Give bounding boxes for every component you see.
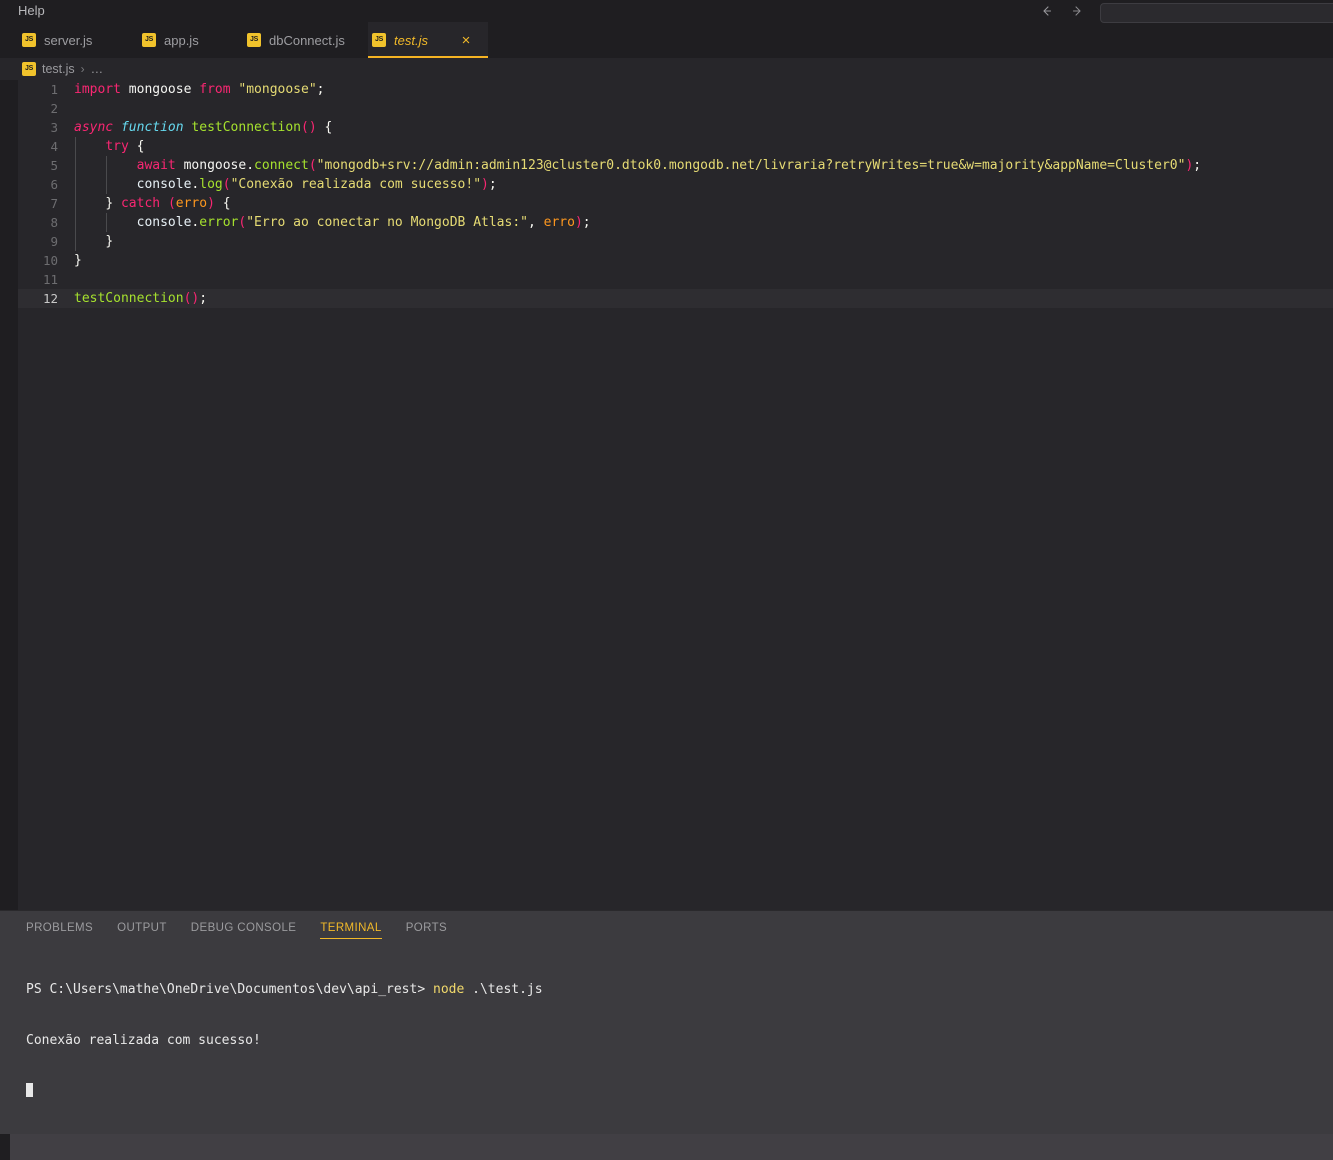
panel-tab-debug-console[interactable]: DEBUG CONSOLE <box>191 911 297 945</box>
activity-bar-edge <box>0 80 18 910</box>
terminal-cursor <box>26 1083 33 1097</box>
line-content: import mongoose from "mongoose"; <box>74 82 325 97</box>
line-content: console.error("Erro ao conectar no Mongo… <box>74 213 1333 232</box>
code-line[interactable]: 5 await mongoose.connect("mongodb+srv://… <box>18 156 1333 175</box>
js-file-icon: JS <box>372 33 386 47</box>
editor-tab-label: app.js <box>164 32 199 48</box>
line-content: console.log("Conexão realizada com suces… <box>74 175 1333 194</box>
line-number: 6 <box>50 177 58 192</box>
bottom-panel: PROBLEMS OUTPUT DEBUG CONSOLE TERMINAL P… <box>0 910 1333 1134</box>
panel-tab-ports[interactable]: PORTS <box>406 911 447 945</box>
code-line[interactable]: 2 <box>18 99 1333 118</box>
line-number: 3 <box>50 120 58 135</box>
terminal-prompt-line: PS C:\Users\mathe\OneDrive\Documentos\de… <box>26 981 1333 998</box>
line-content: await mongoose.connect("mongodb+srv://ad… <box>74 156 1333 175</box>
code-line[interactable]: 8 console.error("Erro ao conectar no Mon… <box>18 213 1333 232</box>
code-line[interactable]: 12 testConnection(); <box>18 289 1333 308</box>
arrow-right-icon[interactable] <box>1070 4 1084 18</box>
editor-tab-server-js[interactable]: JS server.js <box>18 22 138 58</box>
code-line[interactable]: 6 console.log("Conexão realizada com suc… <box>18 175 1333 194</box>
panel-tab-terminal[interactable]: TERMINAL <box>320 911 383 945</box>
panel-tab-output[interactable]: OUTPUT <box>117 911 167 945</box>
breadcrumb-file[interactable]: test.js <box>42 62 75 76</box>
js-file-icon: JS <box>247 33 261 47</box>
line-number: 2 <box>50 101 58 116</box>
line-content: } <box>74 232 1333 251</box>
menu-bar: Help <box>0 0 51 22</box>
editor-tab-label: dbConnect.js <box>269 32 345 48</box>
line-number: 7 <box>50 196 58 211</box>
breadcrumb-overflow[interactable]: … <box>91 62 104 76</box>
arrow-left-icon[interactable] <box>1040 4 1054 18</box>
panel-tab-problems[interactable]: PROBLEMS <box>26 911 93 945</box>
line-number: 10 <box>42 253 58 268</box>
status-bar <box>0 1134 1333 1160</box>
line-number: 4 <box>50 139 58 154</box>
line-number: 5 <box>50 158 58 173</box>
terminal-command-args: .\test.js <box>464 982 543 997</box>
vscode-window: Help JS server.js JS app.js JS dbConnect… <box>0 0 1333 1160</box>
line-number: 12 <box>42 291 58 306</box>
editor-tab-dbconnect-js[interactable]: JS dbConnect.js <box>243 22 368 58</box>
breadcrumb: JS test.js › … <box>0 58 1333 80</box>
editor-tab-test-js[interactable]: JS test.js × <box>368 22 488 58</box>
code-line[interactable]: 9 } <box>18 232 1333 251</box>
line-content: try { <box>74 137 1333 156</box>
line-content: testConnection(); <box>74 291 208 306</box>
editor-tab-label: test.js <box>394 32 428 48</box>
line-number: 8 <box>50 215 58 230</box>
js-file-icon: JS <box>22 62 36 76</box>
terminal-output-line: Conexão realizada com sucesso! <box>26 1033 261 1048</box>
terminal-output[interactable]: PS C:\Users\mathe\OneDrive\Documentos\de… <box>0 945 1333 1134</box>
command-center-search[interactable] <box>1100 3 1333 23</box>
code-line[interactable]: 11 <box>18 270 1333 289</box>
code-line[interactable]: 1 import mongoose from "mongoose"; <box>18 80 1333 99</box>
menu-item-help[interactable]: Help <box>12 0 51 22</box>
code-line[interactable]: 10} <box>18 251 1333 270</box>
close-icon[interactable]: × <box>458 33 474 48</box>
editor-tab-app-js[interactable]: JS app.js <box>138 22 243 58</box>
line-number: 11 <box>42 272 58 287</box>
editor-tab-bar: JS server.js JS app.js JS dbConnect.js J… <box>0 22 1333 58</box>
terminal-prompt: PS C:\Users\mathe\OneDrive\Documentos\de… <box>26 982 433 997</box>
line-content: } catch (erro) { <box>74 194 1333 213</box>
code-line[interactable]: 3 async function testConnection() { <box>18 118 1333 137</box>
chevron-right-icon: › <box>80 62 85 76</box>
panel-tab-bar: PROBLEMS OUTPUT DEBUG CONSOLE TERMINAL P… <box>0 911 1333 945</box>
navigation-controls <box>1040 0 1084 22</box>
code-editor[interactable]: 1 import mongoose from "mongoose"; 2 3 async… <box>18 80 1333 910</box>
terminal-command-keyword: node <box>433 982 465 997</box>
js-file-icon: JS <box>142 33 156 47</box>
line-number: 1 <box>50 82 58 97</box>
code-line[interactable]: 4 try { <box>18 137 1333 156</box>
code-line[interactable]: 7 } catch (erro) { <box>18 194 1333 213</box>
js-file-icon: JS <box>22 33 36 47</box>
title-bar: Help <box>0 0 1333 23</box>
terminal-cursor-line <box>26 1083 1333 1100</box>
line-number: 9 <box>50 234 58 249</box>
line-content: } <box>74 253 82 268</box>
editor-area: 1 import mongoose from "mongoose"; 2 3 async… <box>0 80 1333 910</box>
editor-tab-label: server.js <box>44 32 93 48</box>
line-content: async function testConnection() { <box>74 120 333 135</box>
status-bar-left-edge <box>0 1134 10 1160</box>
